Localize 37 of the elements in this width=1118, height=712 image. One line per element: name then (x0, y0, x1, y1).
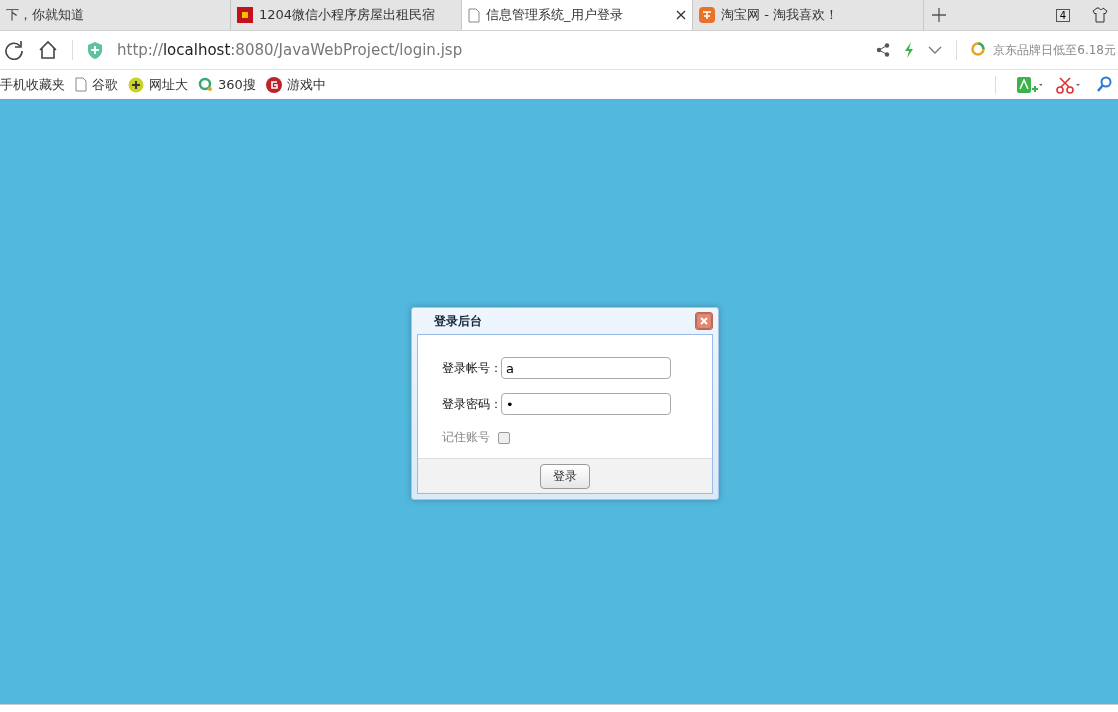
home-icon[interactable] (38, 40, 58, 60)
input-field[interactable]: a (501, 357, 671, 379)
share-icon[interactable] (876, 43, 891, 57)
chevron-down-icon[interactable] (928, 45, 943, 55)
browser-tab[interactable]: 下，你就知道 (0, 0, 231, 30)
bookmark-link[interactable]: 手机收藏夹 (0, 75, 65, 94)
plus-circle-icon (128, 76, 144, 93)
game-icon (265, 76, 282, 93)
address-bar[interactable]: http://localhost:8080/JavaWebProject/login.jsp (117, 41, 463, 59)
reload-icon[interactable] (4, 40, 24, 60)
ad-text[interactable]: 京东品牌日低至6.18元 (993, 41, 1116, 59)
flag-icon (237, 7, 253, 23)
checkbox-label: 记住账号 (442, 429, 490, 446)
browser-tab[interactable]: 1204微信小程序房屋出租民宿 (231, 0, 462, 30)
tab-count[interactable]: 4 (1055, 8, 1070, 22)
bookmark-link[interactable]: 网址大 (149, 75, 188, 94)
shield-icon (87, 41, 103, 59)
page-icon (75, 77, 87, 92)
shirt-icon[interactable] (1092, 7, 1108, 23)
scissors-icon[interactable] (1056, 75, 1082, 94)
field-label: 登录密码： (442, 395, 502, 413)
dialog-title: 登录后台 (434, 312, 483, 330)
bookmark-link[interactable]: 谷歌 (92, 75, 118, 94)
page-icon (468, 7, 480, 23)
new-tab-icon[interactable] (932, 8, 946, 22)
close-icon[interactable] (676, 10, 686, 20)
input-field[interactable]: • (501, 393, 671, 415)
field-label: 登录帐号： (442, 359, 502, 377)
search-icon[interactable] (1096, 75, 1112, 94)
lightning-icon[interactable] (904, 42, 915, 58)
ring-icon (198, 77, 213, 92)
bookmark-link[interactable]: 游戏中 (286, 75, 326, 94)
ring-icon[interactable] (971, 42, 988, 58)
bookmark-link[interactable]: 360搜 (218, 75, 256, 94)
login-button[interactable]: 登录 (540, 464, 590, 489)
browser-tab[interactable]: 淘宝网 - 淘我喜欢！ (693, 0, 924, 30)
browser-tab[interactable]: 信息管理系统_用户登录 (462, 0, 693, 30)
